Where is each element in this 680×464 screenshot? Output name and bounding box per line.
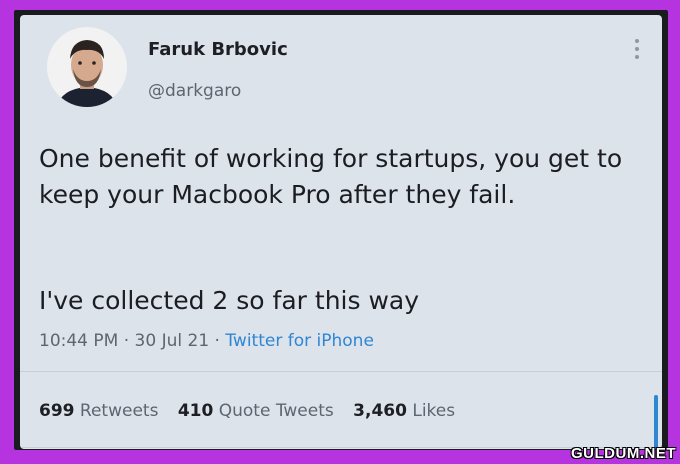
likes-count: 3,460 (353, 401, 407, 421)
tweet-time[interactable]: 10:44 PM (39, 331, 118, 351)
retweets-stat[interactable]: 699 Retweets (39, 401, 158, 421)
tweet-metadata: 10:44 PM · 30 Jul 21 · Twitter for iPhon… (39, 331, 374, 351)
author-handle[interactable]: @darkgaro (148, 81, 241, 101)
tweet-text-paragraph-1: One benefit of working for startups, you… (39, 144, 623, 209)
likes-stat[interactable]: 3,460 Likes (353, 401, 455, 421)
author-name[interactable]: Faruk Brbovic (148, 39, 288, 60)
likes-label: Likes (412, 401, 456, 421)
quote-tweets-stat[interactable]: 410 Quote Tweets (178, 401, 334, 421)
retweets-count: 699 (39, 401, 75, 421)
divider (20, 447, 662, 448)
tweet-card: Faruk Brbovic @darkgaro One benefit of w… (20, 15, 662, 449)
engagement-stats: 699 Retweets 410 Quote Tweets 3,460 Like… (39, 401, 469, 421)
watermark: GULDUM.NET (571, 445, 676, 462)
quotes-count: 410 (177, 401, 214, 421)
tweet-text-paragraph-2: I've collected 2 so far this way (39, 286, 420, 315)
meta-separator: · (123, 331, 130, 351)
more-options-icon[interactable] (634, 39, 640, 59)
tweet-source-link[interactable]: Twitter for iPhone (225, 331, 374, 351)
scrollbar[interactable] (654, 395, 658, 449)
avatar[interactable] (47, 27, 127, 107)
meta-separator: · (214, 331, 220, 351)
tweet-date[interactable]: 30 Jul 21 (135, 331, 210, 351)
divider (20, 371, 662, 372)
quotes-label: Quote Tweets (218, 401, 334, 421)
retweets-label: Retweets (79, 401, 159, 421)
